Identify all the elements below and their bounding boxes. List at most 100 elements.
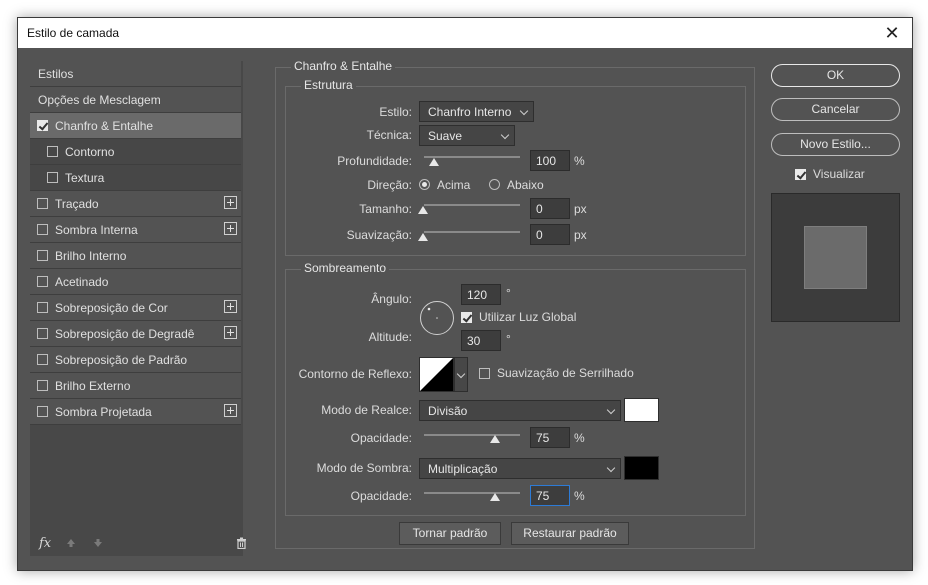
depth-slider-thumb[interactable] — [429, 158, 439, 166]
direction-up-radio[interactable] — [419, 179, 430, 190]
global-light-label[interactable]: Utilizar Luz Global — [479, 310, 576, 324]
sidebar-item-brilho-interno[interactable]: Brilho Interno — [30, 243, 241, 269]
add-icon[interactable] — [224, 326, 237, 339]
direction-up-label[interactable]: Acima — [437, 178, 470, 192]
shadow-mode-dropdown[interactable]: Multiplicação — [419, 458, 621, 479]
sidebar-item-sombra-interna[interactable]: Sombra Interna — [30, 217, 241, 243]
sidebar-item-sobreposicao-de-degrade[interactable]: Sobreposição de Degradê — [30, 321, 241, 347]
layer-style-dialog: Estilo de camada ✕ Estilos Opções de Mesc… — [17, 17, 913, 571]
sidebar-checkbox[interactable] — [37, 328, 48, 339]
ok-button[interactable]: OK — [771, 64, 900, 87]
fx-icon[interactable]: fx — [39, 536, 51, 551]
add-icon[interactable] — [224, 404, 237, 417]
sidebar-checkbox[interactable] — [37, 276, 48, 287]
cancel-button[interactable]: Cancelar — [771, 98, 900, 121]
depth-input[interactable]: 100 — [530, 150, 570, 171]
sidebar-item-sobreposicao-de-padrao[interactable]: Sobreposição de Padrão — [30, 347, 241, 373]
sidebar-item-estilos[interactable]: Estilos — [30, 61, 241, 87]
sidebar-item-tracado[interactable]: Traçado — [30, 191, 241, 217]
sidebar-checkbox[interactable] — [47, 146, 58, 157]
new-style-button[interactable]: Novo Estilo... — [771, 133, 900, 156]
depth-label: Profundidade: — [337, 154, 412, 168]
anti-alias-label[interactable]: Suavização de Serrilhado — [497, 366, 634, 380]
add-icon[interactable] — [224, 222, 237, 235]
shadow-color-swatch[interactable] — [624, 456, 659, 480]
sidebar-checkbox[interactable] — [37, 380, 48, 391]
soften-slider-thumb[interactable] — [418, 233, 428, 241]
move-up-icon[interactable] — [66, 538, 76, 548]
sidebar-checkbox[interactable] — [37, 354, 48, 365]
sidebar-item-label: Acetinado — [55, 275, 109, 289]
size-slider-thumb[interactable] — [418, 206, 428, 214]
gloss-contour-picker[interactable] — [419, 357, 469, 392]
shadow-opacity-track[interactable] — [424, 492, 520, 494]
sidebar-item-opcoes-de-mesclagem[interactable]: Opções de Mesclagem — [30, 87, 241, 113]
preview-label[interactable]: Visualizar — [813, 167, 865, 181]
sidebar-item-sobreposicao-de-cor[interactable]: Sobreposição de Cor — [30, 295, 241, 321]
shadow-opacity-label: Opacidade: — [350, 489, 412, 503]
angle-input[interactable]: 120 — [461, 284, 501, 305]
direction-down-label[interactable]: Abaixo — [507, 178, 544, 192]
sidebar-checkbox[interactable] — [37, 406, 48, 417]
style-value: Chanfro Interno — [428, 105, 512, 119]
sidebar-item-acetinado[interactable]: Acetinado — [30, 269, 241, 295]
sidebar-checkbox[interactable] — [37, 250, 48, 261]
styles-list: Estilos Opções de Mesclagem Chanfro & Enta… — [30, 61, 243, 556]
highlight-mode-dropdown[interactable]: Divisão — [419, 400, 621, 421]
contour-dropdown[interactable] — [454, 357, 468, 392]
chevron-down-icon — [606, 405, 616, 415]
shading-title: Sombreamento — [301, 261, 390, 275]
preview-square — [804, 226, 867, 289]
highlight-opacity-thumb[interactable] — [490, 435, 500, 443]
shadow-opacity-unit: % — [574, 489, 585, 503]
anti-alias-checkbox[interactable] — [479, 368, 490, 379]
technique-value: Suave — [428, 129, 463, 143]
global-light-checkbox[interactable] — [461, 312, 472, 323]
move-down-icon[interactable] — [93, 538, 103, 548]
soften-slider-track[interactable] — [424, 231, 520, 233]
sidebar-checkbox[interactable] — [37, 198, 48, 209]
altitude-input[interactable]: 30 — [461, 330, 501, 351]
sidebar-checkbox[interactable] — [37, 224, 48, 235]
size-unit: px — [574, 202, 587, 216]
sidebar-item-label: Sobreposição de Cor — [55, 301, 168, 315]
reset-default-button[interactable]: Restaurar padrão — [511, 522, 629, 545]
technique-dropdown[interactable]: Suave — [419, 125, 515, 146]
sidebar-item-contorno[interactable]: Contorno — [30, 139, 241, 165]
sidebar-item-sombra-projetada[interactable]: Sombra Projetada — [30, 399, 241, 425]
angle-dial[interactable] — [419, 300, 455, 336]
sidebar-item-chanfro-entalhe[interactable]: Chanfro & Entalhe — [30, 113, 241, 139]
trash-icon[interactable] — [236, 537, 247, 549]
sidebar-item-label: Brilho Interno — [55, 249, 127, 263]
size-input[interactable]: 0 — [530, 198, 570, 219]
depth-unit: % — [574, 154, 585, 168]
shadow-opacity-thumb[interactable] — [490, 493, 500, 501]
make-default-button[interactable]: Tornar padrão — [399, 522, 501, 545]
direction-down-radio[interactable] — [489, 179, 500, 190]
sidebar-item-label: Sombra Projetada — [55, 405, 152, 419]
highlight-opacity-track[interactable] — [424, 434, 520, 436]
sidebar-item-label: Estilos — [38, 67, 74, 81]
sidebar-item-textura[interactable]: Textura — [30, 165, 241, 191]
chevron-down-icon — [519, 106, 529, 116]
soften-input[interactable]: 0 — [530, 224, 570, 245]
sidebar-checkbox[interactable] — [37, 120, 48, 131]
highlight-color-swatch[interactable] — [624, 398, 659, 422]
add-icon[interactable] — [224, 300, 237, 313]
sidebar-checkbox[interactable] — [47, 172, 58, 183]
technique-label: Técnica: — [366, 128, 412, 142]
shadow-opacity-input[interactable]: 75 — [530, 485, 570, 506]
sidebar-checkbox[interactable] — [37, 302, 48, 313]
style-dropdown[interactable]: Chanfro Interno — [419, 101, 534, 122]
sidebar-item-brilho-externo[interactable]: Brilho Externo — [30, 373, 241, 399]
size-label: Tamanho: — [359, 202, 412, 216]
add-icon[interactable] — [224, 196, 237, 209]
preview-checkbox[interactable] — [795, 169, 806, 180]
angle-unit: ° — [506, 286, 511, 300]
highlight-opacity-input[interactable]: 75 — [530, 427, 570, 448]
sidebar-item-label: Opções de Mesclagem — [38, 93, 161, 107]
highlight-opacity-label: Opacidade: — [350, 431, 412, 445]
altitude-unit: ° — [506, 332, 511, 346]
close-icon[interactable]: ✕ — [872, 18, 912, 48]
size-slider-track[interactable] — [424, 204, 520, 206]
